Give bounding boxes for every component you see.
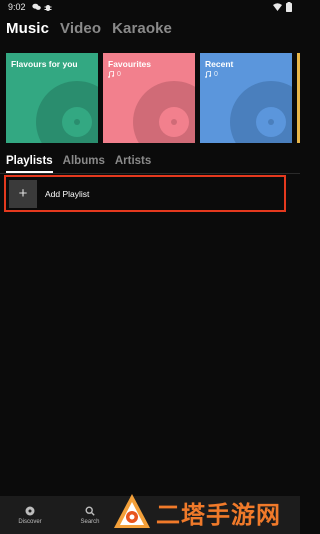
card-title: Favourites bbox=[108, 59, 151, 69]
card-meta: 0 bbox=[205, 71, 218, 78]
plus-icon: + bbox=[9, 179, 37, 208]
nav-search[interactable]: Search bbox=[60, 496, 120, 534]
status-time: 9:02 bbox=[8, 2, 26, 12]
music-note-icon bbox=[108, 71, 114, 78]
disc-icon bbox=[133, 81, 195, 143]
card-recent[interactable]: Recent 0 bbox=[200, 53, 292, 143]
track-count: 0 bbox=[117, 71, 121, 78]
track-count: 0 bbox=[214, 71, 218, 78]
card-title: Recent bbox=[205, 59, 234, 69]
add-playlist-row[interactable]: + Add Playlist bbox=[4, 175, 286, 212]
tab-video[interactable]: Video bbox=[60, 20, 101, 37]
card-partial[interactable]: D bbox=[297, 53, 300, 143]
battery-icon bbox=[286, 2, 292, 12]
card-flavours[interactable]: Flavours for you bbox=[6, 53, 98, 143]
tab-albums[interactable]: Albums bbox=[63, 155, 105, 167]
logo-icon bbox=[114, 494, 150, 528]
bug-icon bbox=[44, 4, 52, 11]
tab-playlists[interactable]: Playlists bbox=[6, 155, 53, 167]
wifi-icon bbox=[273, 3, 282, 11]
tab-music[interactable]: Music bbox=[6, 20, 49, 37]
card-title: Flavours for you bbox=[11, 59, 78, 69]
status-bar: 9:02 bbox=[0, 0, 300, 14]
music-note-icon bbox=[205, 71, 211, 78]
top-tabs: Music Video Karaoke bbox=[6, 20, 172, 37]
disc-icon bbox=[25, 506, 35, 515]
collection-cards: Flavours for you Favourites 0 Recent 0 D bbox=[6, 53, 300, 143]
divider bbox=[0, 173, 300, 174]
tab-karaoke[interactable]: Karaoke bbox=[112, 20, 172, 37]
nav-label: Discover bbox=[18, 518, 42, 525]
disc-icon bbox=[230, 81, 292, 143]
library-tabs: Playlists Albums Artists bbox=[6, 155, 151, 167]
card-favourites[interactable]: Favourites 0 bbox=[103, 53, 195, 143]
card-meta: 0 bbox=[108, 71, 121, 78]
disc-icon bbox=[36, 81, 98, 143]
nav-discover[interactable]: Discover bbox=[0, 496, 60, 534]
search-icon bbox=[85, 505, 95, 516]
watermark-text: 二塔手游网 bbox=[156, 500, 281, 529]
tab-artists[interactable]: Artists bbox=[115, 155, 151, 167]
nav-label: Search bbox=[80, 518, 100, 525]
add-playlist-label: Add Playlist bbox=[45, 188, 90, 199]
watermark: 二塔手游网 bbox=[112, 490, 300, 534]
chat-icon bbox=[31, 3, 41, 10]
